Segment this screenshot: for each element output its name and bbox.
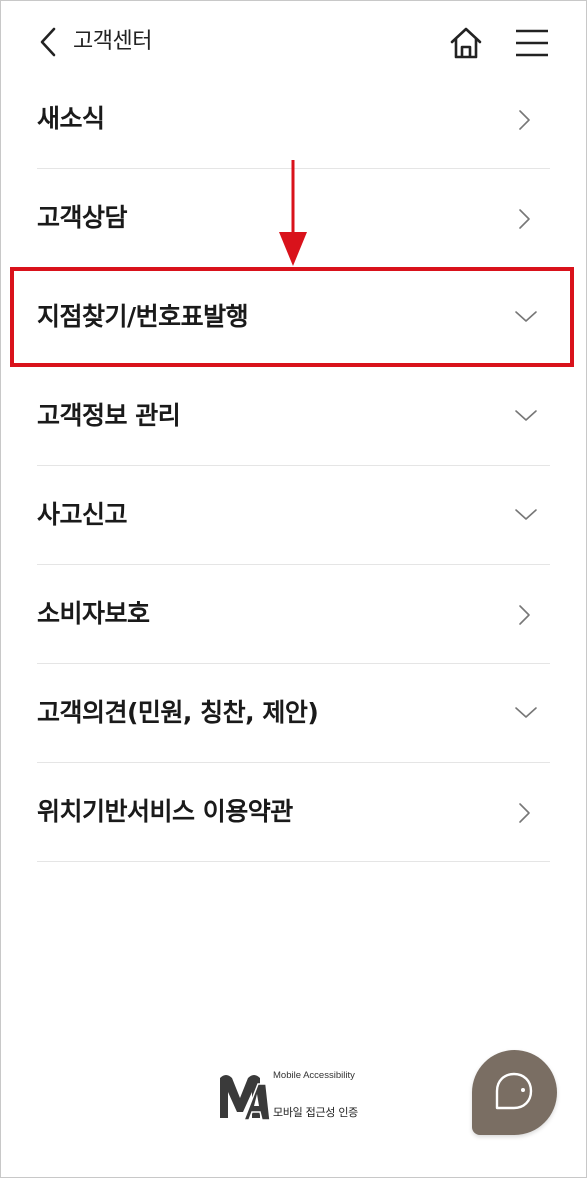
chevron-down-icon (515, 410, 537, 421)
chat-button[interactable] (472, 1050, 557, 1135)
chevron-down-icon (515, 707, 537, 718)
menu-item-consumer-protection[interactable]: 소비자보호 (37, 565, 550, 664)
ma-line2: 모바일 접근성 인증 (273, 1106, 358, 1119)
menu-item-label: 고객상담 (37, 203, 128, 232)
chevron-right-icon (519, 605, 530, 625)
hamburger-menu-icon (516, 29, 548, 57)
menu-item-label: 소비자보호 (37, 599, 150, 628)
chevron-right-icon (519, 209, 530, 229)
chevron-right-icon (519, 803, 530, 823)
menu-item-label: 고객정보 관리 (37, 401, 181, 430)
mobile-accessibility-badge: Mobile Accessibility 모바일 접근성 인증 (218, 1070, 378, 1122)
annotation-arrow (279, 160, 307, 266)
menu-item-label: 지점찾기/번호표발행 (37, 302, 249, 331)
menu-item-customer-info[interactable]: 고객정보 관리 (37, 367, 550, 466)
ma-logo-icon (220, 1075, 270, 1121)
back-button[interactable] (30, 22, 66, 62)
chevron-down-icon (515, 311, 537, 322)
menu-item-label: 고객의견(민원, 칭찬, 제안) (37, 698, 319, 727)
menu-item-customer-feedback[interactable]: 고객의견(민원, 칭찬, 제안) (37, 664, 550, 763)
chevron-left-icon (40, 27, 56, 57)
chevron-right-icon (519, 110, 530, 130)
page-title: 고객센터 (73, 29, 152, 54)
menu-button[interactable] (510, 22, 554, 64)
menu-item-location-terms[interactable]: 위치기반서비스 이용약관 (37, 763, 550, 862)
menu-item-incident-report[interactable]: 사고신고 (37, 466, 550, 565)
ma-line1: Mobile Accessibility (273, 1070, 355, 1081)
chat-bubble-icon (495, 1072, 533, 1110)
menu-item-label: 사고신고 (37, 500, 128, 529)
menu-item-label: 위치기반서비스 이용약관 (37, 797, 293, 826)
home-button[interactable] (444, 22, 488, 64)
menu-item-label: 새소식 (37, 104, 105, 133)
menu-item-news[interactable]: 새소식 (37, 70, 550, 169)
home-icon (450, 27, 482, 59)
menu-item-branch-finder[interactable]: 지점찾기/번호표발행 (37, 268, 550, 367)
chevron-down-icon (515, 509, 537, 520)
